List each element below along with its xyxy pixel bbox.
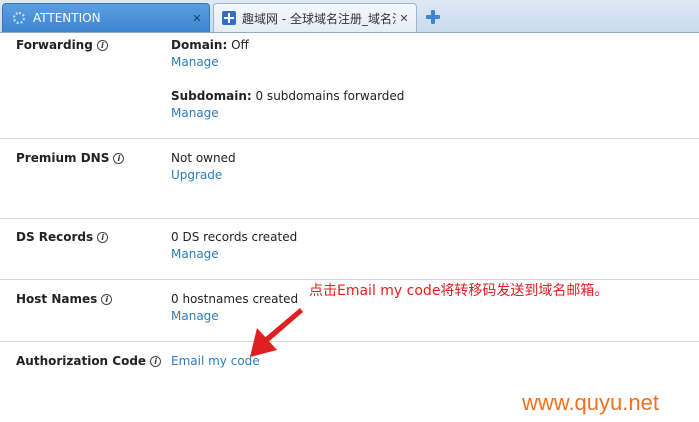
watermark: www.quyu.net <box>522 390 659 415</box>
annotation-arrow <box>250 308 303 357</box>
